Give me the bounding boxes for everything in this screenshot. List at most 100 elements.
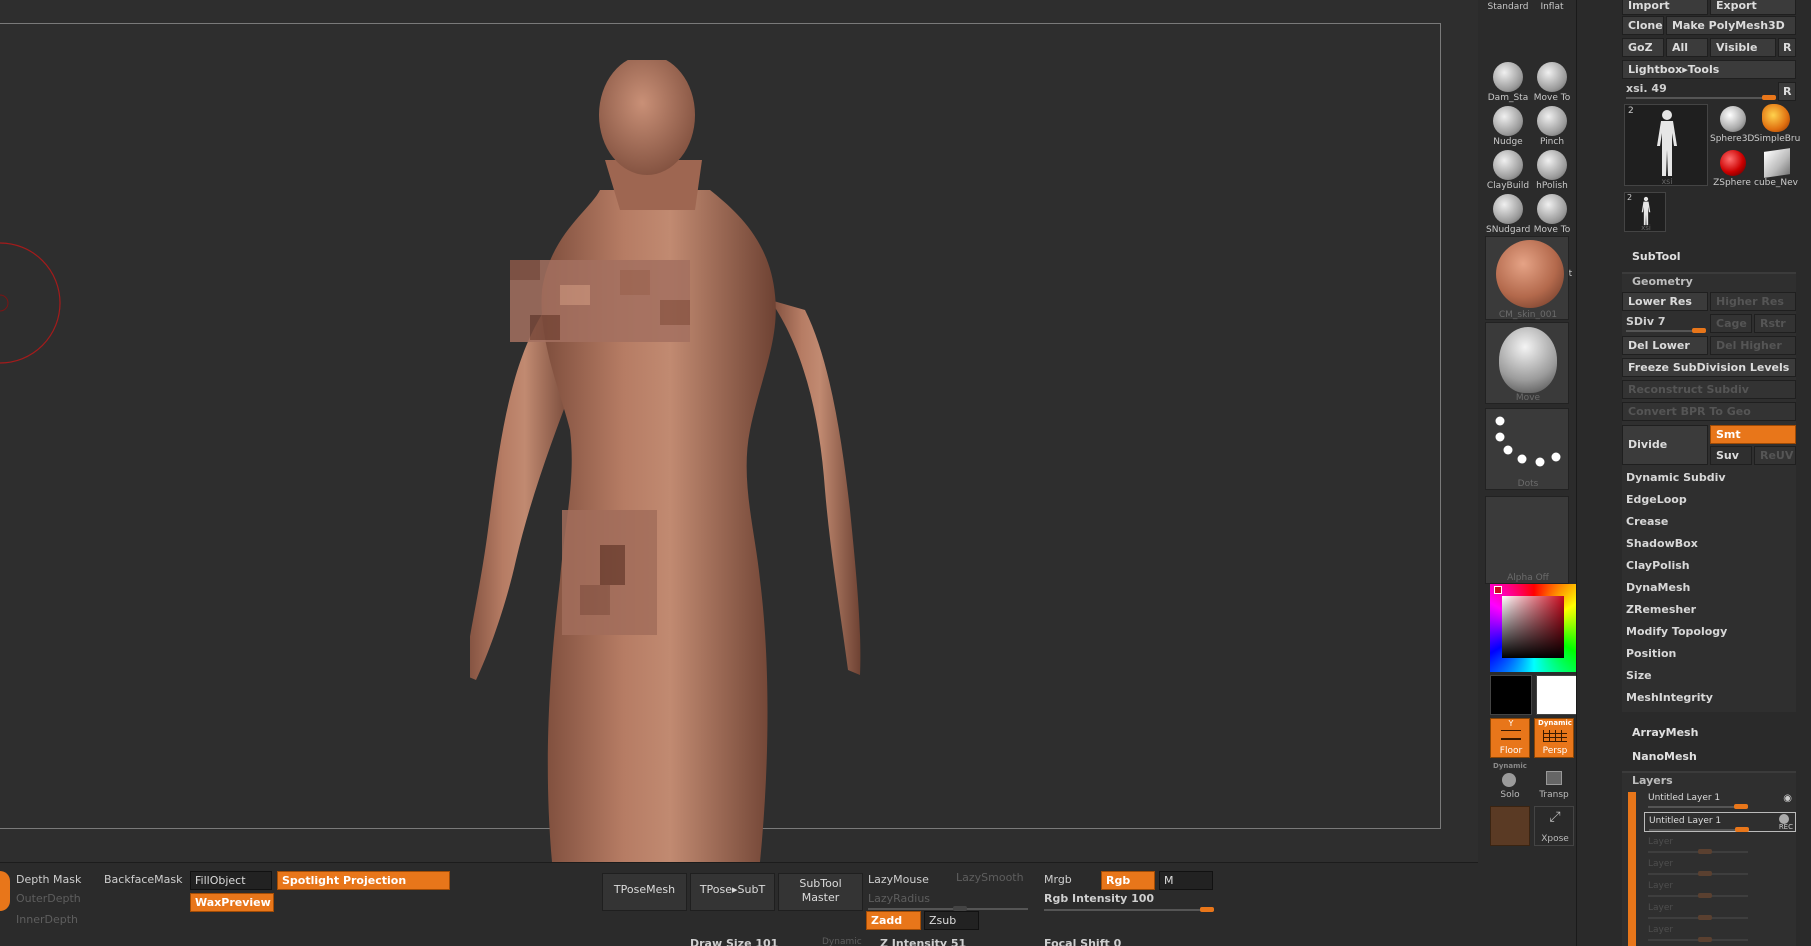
brush-icon[interactable] <box>1537 62 1567 92</box>
geometry-section[interactable]: Geometry <box>1632 275 1693 288</box>
tool-slider[interactable]: xsi. 49 <box>1626 82 1667 95</box>
empty-layer-slot[interactable]: Layer <box>1648 881 1673 891</box>
persp-button[interactable]: Dynamic Persp <box>1534 718 1574 758</box>
color-picker-square[interactable] <box>1502 596 1564 658</box>
draw-size-slider[interactable]: Draw Size 101 <box>690 937 778 946</box>
tpose-subt-button[interactable]: TPose▸SubT <box>690 873 775 911</box>
xpose-button[interactable]: ⤢ Xpose <box>1534 806 1574 846</box>
geometry-item[interactable]: Position <box>1622 644 1795 663</box>
wax-preview-button[interactable]: WaxPreview <box>190 893 274 912</box>
brush-icon[interactable] <box>1493 150 1523 180</box>
suv-button[interactable]: Suv <box>1710 446 1752 465</box>
brush-icon[interactable] <box>1537 106 1567 136</box>
divide-button[interactable]: Divide <box>1622 425 1708 465</box>
primary-color-swatch[interactable] <box>1490 675 1532 715</box>
r-button[interactable]: R <box>1778 38 1796 57</box>
empty-layer-slider[interactable] <box>1648 893 1748 898</box>
alpha-swatch[interactable]: Alpha Off <box>1485 496 1569 584</box>
smt-button[interactable]: Smt <box>1710 425 1796 444</box>
geometry-item[interactable]: EdgeLoop <box>1622 490 1795 509</box>
subtool-thumb[interactable]: 2 xsi <box>1624 192 1666 232</box>
goz-button[interactable]: GoZ <box>1622 38 1664 57</box>
freeze-subdivision-button[interactable]: Freeze SubDivision Levels <box>1622 358 1796 377</box>
tpose-mesh-button[interactable]: TPoseMesh <box>602 873 687 911</box>
sphere3d-icon[interactable] <box>1720 106 1746 132</box>
depth-mask-label[interactable]: Depth Mask <box>16 873 81 886</box>
empty-layer-slider[interactable] <box>1648 937 1748 942</box>
fill-object-button[interactable]: FillObject <box>190 871 272 890</box>
arraymesh-section[interactable]: ArrayMesh <box>1632 726 1698 739</box>
zadd-button[interactable]: Zadd <box>866 911 921 930</box>
stroke-type-swatch[interactable]: Dots <box>1485 408 1569 490</box>
focal-shift-slider[interactable]: Focal Shift 0 <box>1044 937 1121 946</box>
color-picker-ring[interactable] <box>1490 584 1578 672</box>
empty-layer-slot[interactable]: Layer <box>1648 837 1673 847</box>
del-lower-button[interactable]: Del Lower <box>1622 336 1708 355</box>
empty-layer-slider[interactable] <box>1648 871 1748 876</box>
brush-icon[interactable] <box>1537 194 1567 224</box>
layers-scrollbar[interactable] <box>1628 792 1636 946</box>
convert-bpr-button[interactable]: Convert BPR To Geo <box>1622 402 1796 421</box>
geometry-item[interactable]: Modify Topology <box>1622 622 1795 641</box>
color-marker[interactable] <box>1494 586 1502 594</box>
layers-section[interactable]: Layers <box>1632 774 1673 787</box>
zsphere-icon[interactable] <box>1720 150 1746 176</box>
visible-button[interactable]: Visible <box>1710 38 1776 57</box>
eye-icon[interactable]: ◉ <box>1783 793 1792 804</box>
make-polymesh-button[interactable]: Make PolyMesh3D <box>1666 16 1796 35</box>
cage-button[interactable]: Cage <box>1710 314 1752 333</box>
subtool-section[interactable]: SubTool <box>1632 250 1681 263</box>
geometry-item[interactable]: ClayPolish <box>1622 556 1795 575</box>
backface-mask-button[interactable]: BackfaceMask <box>104 873 182 886</box>
lazysmooth-slider[interactable]: LazySmooth <box>956 871 1024 884</box>
geometry-item[interactable]: Size <box>1622 666 1795 685</box>
reuv-button[interactable]: ReUV <box>1754 446 1796 465</box>
brush-icon[interactable] <box>1537 150 1567 180</box>
inner-depth-label[interactable]: InnerDepth <box>16 913 78 926</box>
layer-row-1[interactable]: Untitled Layer 1 ◉ <box>1644 790 1796 809</box>
empty-layer-slot[interactable]: Layer <box>1648 903 1673 913</box>
spotlight-projection-button[interactable]: Spotlight Projection <box>277 871 450 890</box>
lazyradius-slider[interactable]: LazyRadius <box>868 892 930 905</box>
material-swatch[interactable]: CM_skin_001 <box>1485 236 1569 320</box>
simplebrush-icon[interactable] <box>1762 104 1790 132</box>
r2-button[interactable]: R <box>1778 82 1796 101</box>
geometry-item[interactable]: DynaMesh <box>1622 578 1795 597</box>
lower-res-button[interactable]: Lower Res <box>1622 292 1708 311</box>
lazymouse-button[interactable]: LazyMouse <box>868 873 929 886</box>
current-tool-thumb[interactable]: 2 xsi <box>1624 104 1708 186</box>
empty-layer-slot[interactable]: Layer <box>1648 859 1673 869</box>
floor-button[interactable]: Y Floor <box>1490 718 1530 758</box>
ghost-button[interactable] <box>1490 806 1530 846</box>
export-button[interactable]: Export <box>1710 0 1796 15</box>
reconstruct-subdiv-button[interactable]: Reconstruct Subdiv <box>1622 380 1796 399</box>
secondary-color-swatch[interactable] <box>1536 675 1578 715</box>
cube-icon[interactable] <box>1764 148 1790 178</box>
outer-depth-label[interactable]: OuterDepth <box>16 892 81 905</box>
del-higher-button[interactable]: Del Higher <box>1710 336 1796 355</box>
import-button[interactable]: Import <box>1622 0 1708 15</box>
brush-icon[interactable] <box>1493 62 1523 92</box>
sculpt-model[interactable] <box>470 60 930 862</box>
transp-button[interactable]: Transp <box>1534 762 1574 802</box>
subtool-master-button[interactable]: SubTool Master <box>778 873 863 911</box>
lightbox-tools-button[interactable]: Lightbox▸Tools <box>1622 60 1796 79</box>
higher-res-button[interactable]: Higher Res <box>1710 292 1796 311</box>
geometry-item[interactable]: ShadowBox <box>1622 534 1795 553</box>
empty-layer-slider[interactable] <box>1648 915 1748 920</box>
all-button[interactable]: All <box>1666 38 1708 57</box>
brush-icon[interactable] <box>1493 106 1523 136</box>
rstr-button[interactable]: Rstr <box>1754 314 1796 333</box>
dynamic-toggle[interactable]: Dynamic <box>822 937 862 946</box>
solo-button[interactable]: Dynamic Solo <box>1490 762 1530 802</box>
layer-row-2[interactable]: Untitled Layer 1 REC <box>1644 812 1796 832</box>
zsub-button[interactable]: Zsub <box>924 911 979 930</box>
m-button[interactable]: M <box>1159 871 1213 890</box>
sdiv-slider[interactable]: SDiv 7 <box>1626 315 1665 328</box>
nanomesh-section[interactable]: NanoMesh <box>1632 750 1697 763</box>
empty-layer-slider[interactable] <box>1648 849 1748 854</box>
clone-button[interactable]: Clone <box>1622 16 1664 35</box>
geometry-item[interactable]: Crease <box>1622 512 1795 531</box>
z-intensity-slider[interactable]: Z Intensity 51 <box>880 937 966 946</box>
viewport-canvas[interactable] <box>0 0 1478 862</box>
